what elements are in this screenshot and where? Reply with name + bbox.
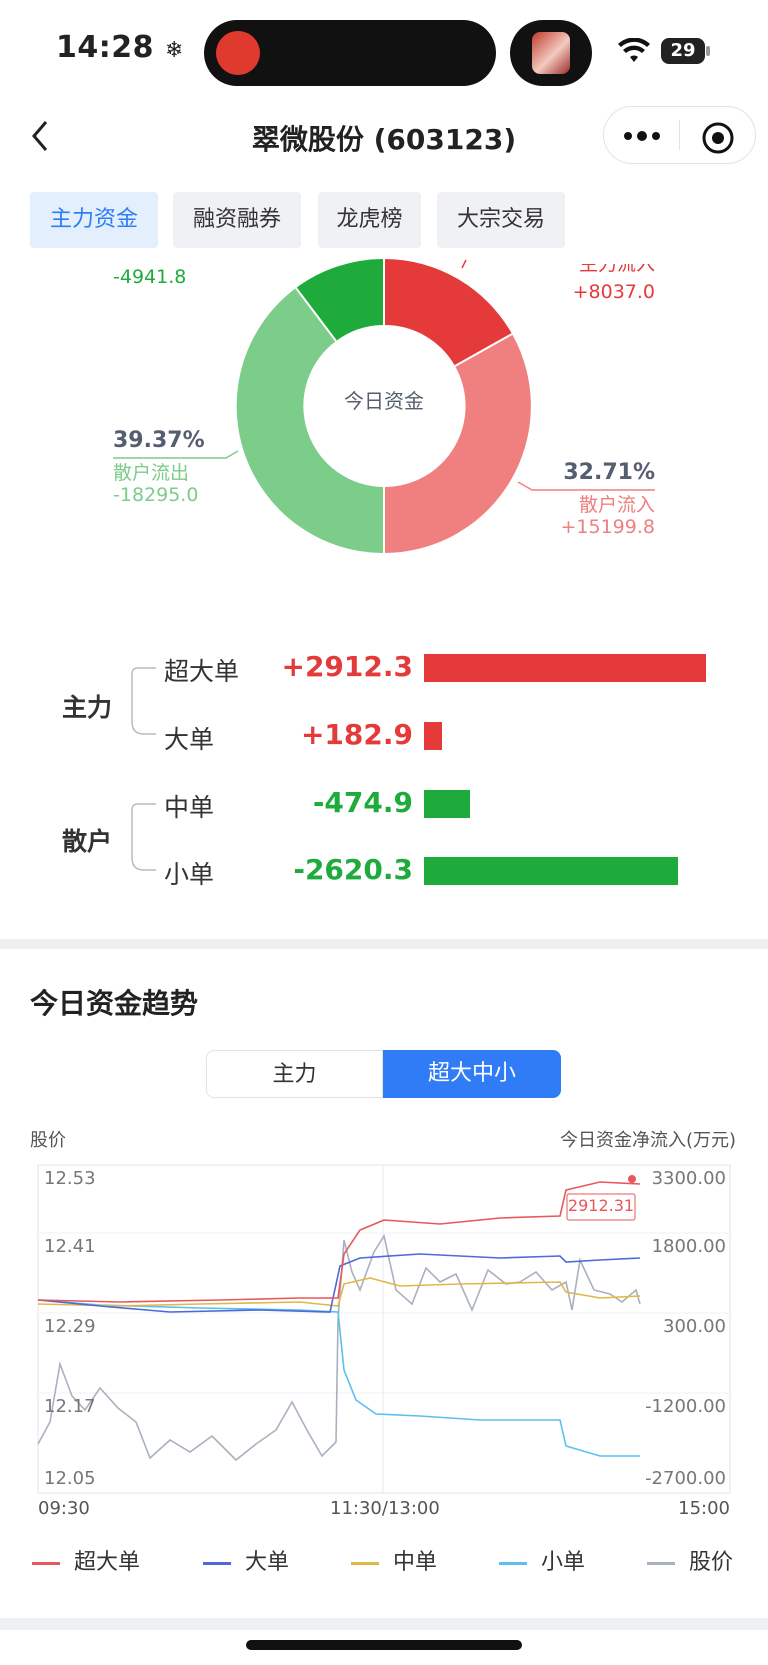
donut-main-in-value: +8037.0 <box>572 281 655 303</box>
flow-value-large: +182.9 <box>300 718 413 751</box>
trend-chart <box>37 1164 731 1494</box>
close-target-icon[interactable] <box>700 120 736 156</box>
left-tick-3: 12.17 <box>44 1396 96 1417</box>
capsule-divider <box>679 120 680 150</box>
right-tick-1: 1800.00 <box>651 1236 726 1257</box>
legend-swatch <box>203 1561 231 1565</box>
legend-small[interactable]: 小单 <box>499 1544 585 1576</box>
legend-swatch <box>499 1561 527 1565</box>
flow-value-medium: -474.9 <box>312 786 413 819</box>
more-icon[interactable] <box>620 124 664 148</box>
x-tick-1: 11:30/13:00 <box>330 1498 440 1519</box>
donut-retail-in-pct: 32.71% <box>563 460 655 485</box>
tab-main-funds[interactable]: 主力资金 <box>30 192 158 248</box>
right-tick-2: 300.00 <box>663 1316 726 1337</box>
tab-dragon-tiger[interactable]: 龙虎榜 <box>318 192 421 248</box>
app-logo-icon <box>216 31 260 75</box>
flow-label-medium: 中单 <box>164 793 215 822</box>
x-tick-0: 09:30 <box>38 1498 90 1519</box>
flow-label-large: 大单 <box>164 725 215 754</box>
right-tick-0: 3300.00 <box>651 1168 726 1189</box>
left-axis-title: 股价 <box>30 1130 66 1151</box>
media-thumbnail <box>532 32 570 74</box>
legend-large[interactable]: 大单 <box>203 1544 289 1576</box>
segment-main[interactable]: 主力 <box>206 1050 383 1098</box>
donut-retail-out-label: 散户流出 <box>113 462 190 484</box>
right-tick-3: -1200.00 <box>645 1396 726 1417</box>
legend-medium[interactable]: 中单 <box>351 1544 437 1576</box>
flow-value-super-large: +2912.3 <box>281 650 413 683</box>
tab-block-trade[interactable]: 大宗交易 <box>437 192 565 248</box>
flow-label-small: 小单 <box>164 860 215 889</box>
left-tick-1: 12.41 <box>44 1236 96 1257</box>
flow-label-super-large: 超大单 <box>164 657 240 686</box>
flow-value-small: -2620.3 <box>293 853 413 886</box>
donut-retail-in-value: +15199.8 <box>560 516 656 538</box>
super-large-order-line <box>37 1181 641 1303</box>
section-divider <box>0 939 768 949</box>
battery-icon: 29 <box>661 38 705 64</box>
segment-size-breakdown[interactable]: 超大中小 <box>383 1050 561 1098</box>
legend-swatch <box>647 1561 675 1565</box>
flow-bar-large <box>424 722 442 750</box>
group-retail-label: 散户 <box>62 827 113 856</box>
left-tick-0: 12.53 <box>44 1168 96 1189</box>
left-tick-4: 12.05 <box>44 1468 96 1489</box>
small-order-line <box>37 1299 640 1457</box>
flow-bar-super-large <box>424 654 706 682</box>
legend-swatch <box>351 1561 379 1565</box>
donut-slice-retail-in <box>384 334 531 553</box>
trend-title: 今日资金趋势 <box>30 987 199 1020</box>
battery-tip <box>706 46 710 56</box>
tab-margin-trading[interactable]: 融资融券 <box>173 192 301 248</box>
flow-bar-small <box>424 857 678 885</box>
right-axis-title: 今日资金净流入(万元) <box>559 1130 736 1151</box>
x-tick-2: 15:00 <box>678 1498 730 1519</box>
tooltip-value: 2912.31 <box>567 1196 635 1215</box>
group-main-label: 主力 <box>62 693 113 722</box>
right-tick-4: -2700.00 <box>645 1468 726 1489</box>
donut-retail-out-pct: 39.37% <box>113 428 205 453</box>
legend-swatch <box>32 1561 60 1565</box>
wifi-icon <box>618 38 650 62</box>
donut-retail-out-value: -18295.0 <box>113 484 199 506</box>
donut-main-in-label: 主力流入 <box>578 264 655 275</box>
flow-bar-medium <box>424 790 470 818</box>
donut-main-out-value: -4941.8 <box>113 266 187 288</box>
legend-super-large[interactable]: 超大单 <box>32 1544 140 1576</box>
snowflake-icon: ❄ <box>164 38 184 63</box>
home-indicator[interactable] <box>246 1640 522 1650</box>
donut-center-label: 今日资金 <box>344 389 424 413</box>
donut-retail-in-label: 散户流入 <box>578 494 655 516</box>
group-brackets <box>131 667 156 871</box>
legend-price[interactable]: 股价 <box>647 1544 733 1576</box>
status-time: 14:28 ❄ <box>56 30 184 65</box>
left-tick-2: 12.29 <box>44 1316 96 1337</box>
bottom-divider <box>0 1618 768 1630</box>
